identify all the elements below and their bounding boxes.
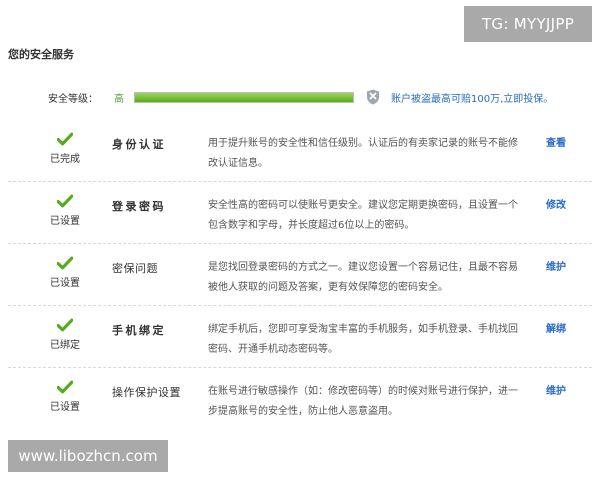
service-status-text: 已绑定 — [50, 340, 80, 351]
service-status-text: 已完成 — [50, 154, 80, 165]
check-icon — [57, 132, 73, 146]
security-level-bar — [134, 91, 354, 103]
service-description: 安全性高的密码可以使账号更安全。建议您定期更换密码，且设置一个包含数字和字母，并… — [208, 200, 518, 231]
service-description: 在账号进行敏感操作（如：修改密码等）的时候对账号进行保护，进一步提高账号的安全性… — [208, 386, 518, 417]
insurance-link[interactable]: 账户被盗最高可赔100万,立即投保。 — [391, 90, 553, 105]
service-status: 已设置 — [44, 380, 86, 413]
view-button[interactable]: 查看 — [546, 134, 566, 149]
service-status-text: 已设置 — [50, 402, 80, 413]
service-row-login-password: 已设置 登录密码 安全性高的密码可以使账号更安全。建议您定期更换密码，且设置一个… — [0, 182, 600, 244]
check-icon — [57, 256, 73, 270]
service-row-security-question: 已设置 密保问题 是您找回登录密码的方式之一。建议您设置一个容易记住，且最不容易… — [0, 244, 600, 306]
service-row-phone-binding: 已绑定 手机绑定 绑定手机后，您即可享受淘宝丰富的手机服务，如手机登录、手机找回… — [0, 306, 600, 368]
check-icon — [57, 194, 73, 208]
service-row-operation-protection: 已设置 操作保护设置 在账号进行敏感操作（如：修改密码等）的时候对账号进行保护，… — [0, 368, 600, 425]
unbind-button[interactable]: 解绑 — [546, 320, 566, 335]
check-icon — [57, 380, 73, 394]
service-status: 已绑定 — [44, 318, 86, 351]
modify-button[interactable]: 修改 — [546, 196, 566, 211]
service-name: 登录密码 — [112, 200, 166, 213]
service-name: 操作保护设置 — [112, 386, 181, 399]
watermark-top: TG: MYYJJPP — [464, 6, 592, 42]
security-services-page: TG: MYYJJPP 您的安全服务 安全等级： 高 账户被盗最高可赔100万,… — [0, 0, 600, 480]
section-title: 您的安全服务 — [8, 48, 74, 61]
service-description: 绑定手机后，您即可享受淘宝丰富的手机服务，如手机登录、手机找回密码、开通手机动态… — [208, 324, 518, 355]
security-level-label: 安全等级： — [48, 93, 98, 105]
service-status: 已设置 — [44, 194, 86, 227]
service-row-identity: 已完成 身份认证 用于提升账号的安全性和信任级别。认证后的有卖家记录的账号不能修… — [0, 120, 600, 182]
service-name: 密保问题 — [112, 262, 158, 275]
watermark-bottom: www.libozhcn.com — [8, 440, 168, 472]
service-status-text: 已设置 — [50, 278, 80, 289]
service-name: 身份认证 — [112, 138, 166, 151]
service-description: 是您找回登录密码的方式之一。建议您设置一个容易记住，且最不容易被他人获取的问题及… — [208, 262, 518, 293]
security-level-row: 安全等级： 高 账户被盗最高可赔100万,立即投保。 — [48, 88, 588, 106]
maintain-button[interactable]: 维护 — [546, 382, 566, 397]
service-name: 手机绑定 — [112, 324, 166, 337]
security-level-fill — [135, 92, 353, 102]
security-level-value: 高 — [114, 93, 124, 105]
check-icon — [57, 318, 73, 332]
service-list: 已完成 身份认证 用于提升账号的安全性和信任级别。认证后的有卖家记录的账号不能修… — [0, 120, 600, 425]
maintain-button[interactable]: 维护 — [546, 258, 566, 273]
service-status: 已完成 — [44, 132, 86, 165]
service-status: 已设置 — [44, 256, 86, 289]
service-description: 用于提升账号的安全性和信任级别。认证后的有卖家记录的账号不能修改认证信息。 — [208, 138, 518, 169]
service-status-text: 已设置 — [50, 216, 80, 227]
shield-icon — [366, 89, 380, 105]
